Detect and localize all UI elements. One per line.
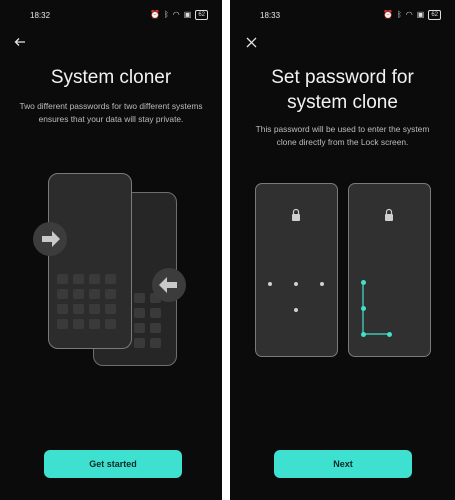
sim-icon: ▣: [183, 10, 192, 19]
phone-front-illustration: [48, 173, 132, 349]
status-bar: 18:33 ⏰ ᛒ ◠ ▣ 62: [230, 9, 455, 23]
alarm-icon: ⏰: [382, 10, 393, 19]
pattern-dot: [268, 282, 272, 286]
pattern-dot-active: [386, 331, 392, 337]
lock-screen-pattern-empty: [255, 183, 338, 357]
pattern-dot: [294, 282, 298, 286]
pattern-dot-active: [360, 279, 366, 285]
page-title-line2: system clone: [287, 92, 398, 113]
wifi-icon: ◠: [172, 10, 180, 19]
page-description: Two different passwords for two differen…: [19, 101, 203, 124]
next-button[interactable]: Next: [274, 450, 412, 478]
alarm-icon: ⏰: [149, 10, 160, 19]
page-description: This password will be used to enter the …: [255, 124, 430, 147]
pattern-dot: [294, 308, 298, 312]
set-password-screen: 18:33 ⏰ ᛒ ◠ ▣ 62 Set password for system…: [230, 0, 455, 500]
close-icon[interactable]: [243, 36, 259, 52]
bluetooth-icon: ᛒ: [396, 10, 402, 19]
pattern-dot-active: [360, 331, 366, 337]
arrow-left-icon: [152, 268, 186, 302]
status-time: 18:32: [30, 11, 51, 20]
status-bar: 18:32 ⏰ ᛒ ◠ ▣ 62: [0, 9, 222, 23]
lock-screen-pattern-drawn: [348, 183, 431, 357]
pattern-dot: [320, 282, 324, 286]
arrow-right-icon: [33, 222, 67, 256]
bluetooth-icon: ᛒ: [163, 10, 169, 19]
pattern-dot-active: [360, 305, 366, 311]
lock-icon: [292, 208, 300, 221]
sim-icon: ▣: [416, 10, 425, 19]
page-title-line1: Set password for: [271, 67, 414, 88]
status-time: 18:33: [260, 11, 281, 20]
pattern-path: [362, 282, 389, 335]
page-title: System cloner: [50, 67, 172, 88]
get-started-button[interactable]: Get started: [44, 450, 182, 478]
back-arrow-icon[interactable]: [12, 36, 28, 52]
battery-indicator: 62: [195, 10, 208, 20]
wifi-icon: ◠: [405, 10, 413, 19]
battery-indicator: 62: [428, 10, 441, 20]
system-cloner-screen: 18:32 ⏰ ᛒ ◠ ▣ 62 System cloner Two diffe…: [0, 0, 222, 500]
